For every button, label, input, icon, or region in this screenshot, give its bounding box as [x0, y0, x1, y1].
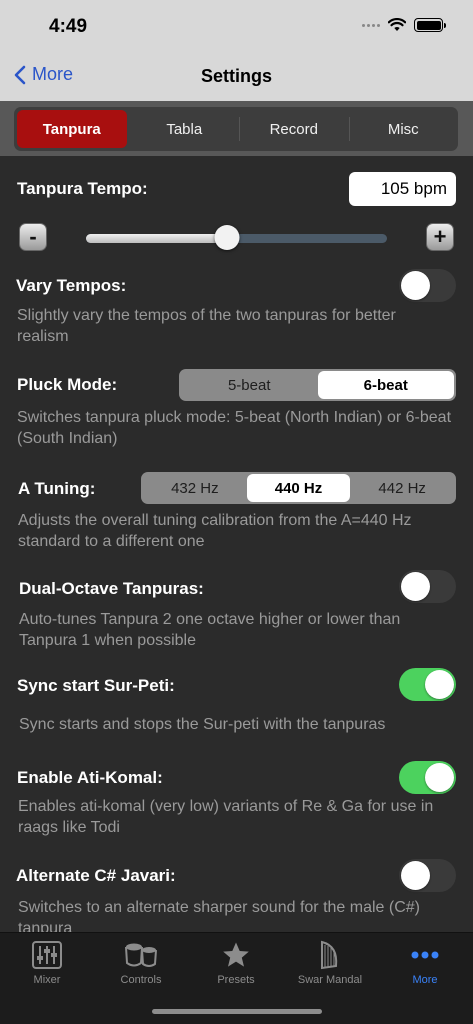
pluck-mode-5-beat[interactable]: 5-beat — [181, 371, 318, 399]
navigation-bar: More Settings — [0, 52, 473, 101]
vary-tempos-toggle[interactable] — [399, 269, 456, 302]
status-time: 4:49 — [49, 16, 88, 37]
tabbar-item-more[interactable]: More — [378, 939, 472, 986]
tempo-slider-thumb[interactable] — [214, 225, 240, 250]
toggle-knob — [401, 572, 430, 601]
tab-tanpura[interactable]: Tanpura — [17, 110, 127, 148]
tabbar-item-swar-mandal[interactable]: Swar Mandal — [283, 939, 377, 986]
toggle-knob — [425, 763, 454, 792]
tempo-decrease-button[interactable]: - — [19, 223, 47, 251]
alt-javari-label: Alternate C# Javari: — [16, 866, 176, 885]
sync-start-label: Sync start Sur-Peti: — [17, 676, 175, 695]
vary-tempos-description: Slightly vary the tempos of the two tanp… — [17, 307, 396, 345]
a-tuning-442[interactable]: 442 Hz — [350, 474, 454, 502]
tab-record[interactable]: Record — [239, 107, 349, 151]
home-indicator — [152, 1009, 322, 1014]
tempo-slider-fill — [86, 234, 228, 243]
tabbar-label-controls: Controls — [120, 974, 162, 986]
tabbar-label-presets: Presets — [217, 974, 255, 986]
tab-misc[interactable]: Misc — [348, 107, 459, 151]
harp-icon — [312, 939, 348, 971]
mixer-icon — [29, 939, 65, 971]
dual-octave-label: Dual-Octave Tanpuras: — [19, 579, 204, 598]
toggle-knob — [401, 271, 430, 300]
cellular-signal-icon — [362, 23, 380, 27]
tempo-value-field[interactable]: 105 bpm — [349, 172, 456, 206]
a-tuning-432[interactable]: 432 Hz — [143, 474, 247, 502]
tanpura-tempo-label: Tanpura Tempo: — [17, 179, 148, 198]
tabbar-label-more: More — [412, 974, 438, 986]
a-tuning-description: Adjusts the overall tuning calibration f… — [18, 512, 412, 550]
alt-javari-description: Switches to an alternate sharper sound f… — [18, 899, 420, 932]
ati-komal-label: Enable Ati-Komal: — [17, 768, 163, 787]
status-icons — [362, 18, 446, 32]
alt-javari-toggle[interactable] — [399, 859, 456, 892]
pluck-mode-6-beat[interactable]: 6-beat — [317, 371, 454, 399]
page-title: Settings — [200, 66, 272, 86]
more-dots-icon — [407, 939, 443, 971]
pluck-mode-description: Switches tanpura pluck mode: 5-beat (Nor… — [17, 409, 452, 447]
tempo-increase-button[interactable]: + — [426, 223, 454, 251]
status-bar: 4:49 — [0, 0, 473, 52]
dual-octave-description: Auto-tunes Tanpura 2 one octave higher o… — [19, 611, 401, 649]
settings-tabs: Tanpura Tabla Record Misc — [14, 107, 458, 151]
toggle-knob — [401, 861, 430, 890]
sync-start-description: Sync starts and stops the Sur-peti with … — [19, 716, 386, 733]
pluck-mode-label: Pluck Mode: — [17, 375, 118, 394]
sync-start-toggle[interactable] — [399, 668, 456, 701]
tabbar-item-controls[interactable]: Controls — [94, 939, 188, 986]
dual-octave-toggle[interactable] — [399, 570, 456, 603]
a-tuning-selector: 432 Hz 440 Hz 442 Hz — [141, 472, 456, 504]
a-tuning-label: A Tuning: — [18, 479, 96, 498]
settings-content: Tanpura Tempo: 105 bpm - + Vary Tempos: … — [0, 156, 473, 932]
drums-icon — [123, 939, 159, 971]
vary-tempos-label: Vary Tempos: — [16, 276, 127, 295]
pluck-mode-selector: 5-beat 6-beat — [179, 369, 456, 401]
tabbar-label-mixer: Mixer — [33, 974, 61, 986]
tabbar-item-presets[interactable]: Presets — [189, 939, 283, 986]
toggle-knob — [425, 670, 454, 699]
ati-komal-description: Enables ati-komal (very low) variants of… — [18, 798, 434, 836]
bottom-tab-bar: Mixer Controls Presets Swar Mandal More — [0, 932, 473, 1024]
tab-tabla[interactable]: Tabla — [130, 107, 240, 151]
settings-tabs-bar: Tanpura Tabla Record Misc — [0, 101, 473, 156]
tabbar-item-mixer[interactable]: Mixer — [0, 939, 94, 986]
ati-komal-toggle[interactable] — [399, 761, 456, 794]
a-tuning-440[interactable]: 440 Hz — [246, 474, 351, 502]
battery-icon — [414, 18, 446, 32]
wifi-icon — [388, 18, 406, 31]
tabbar-label-swar-mandal: Swar Mandal — [297, 974, 363, 986]
star-icon — [218, 939, 254, 971]
